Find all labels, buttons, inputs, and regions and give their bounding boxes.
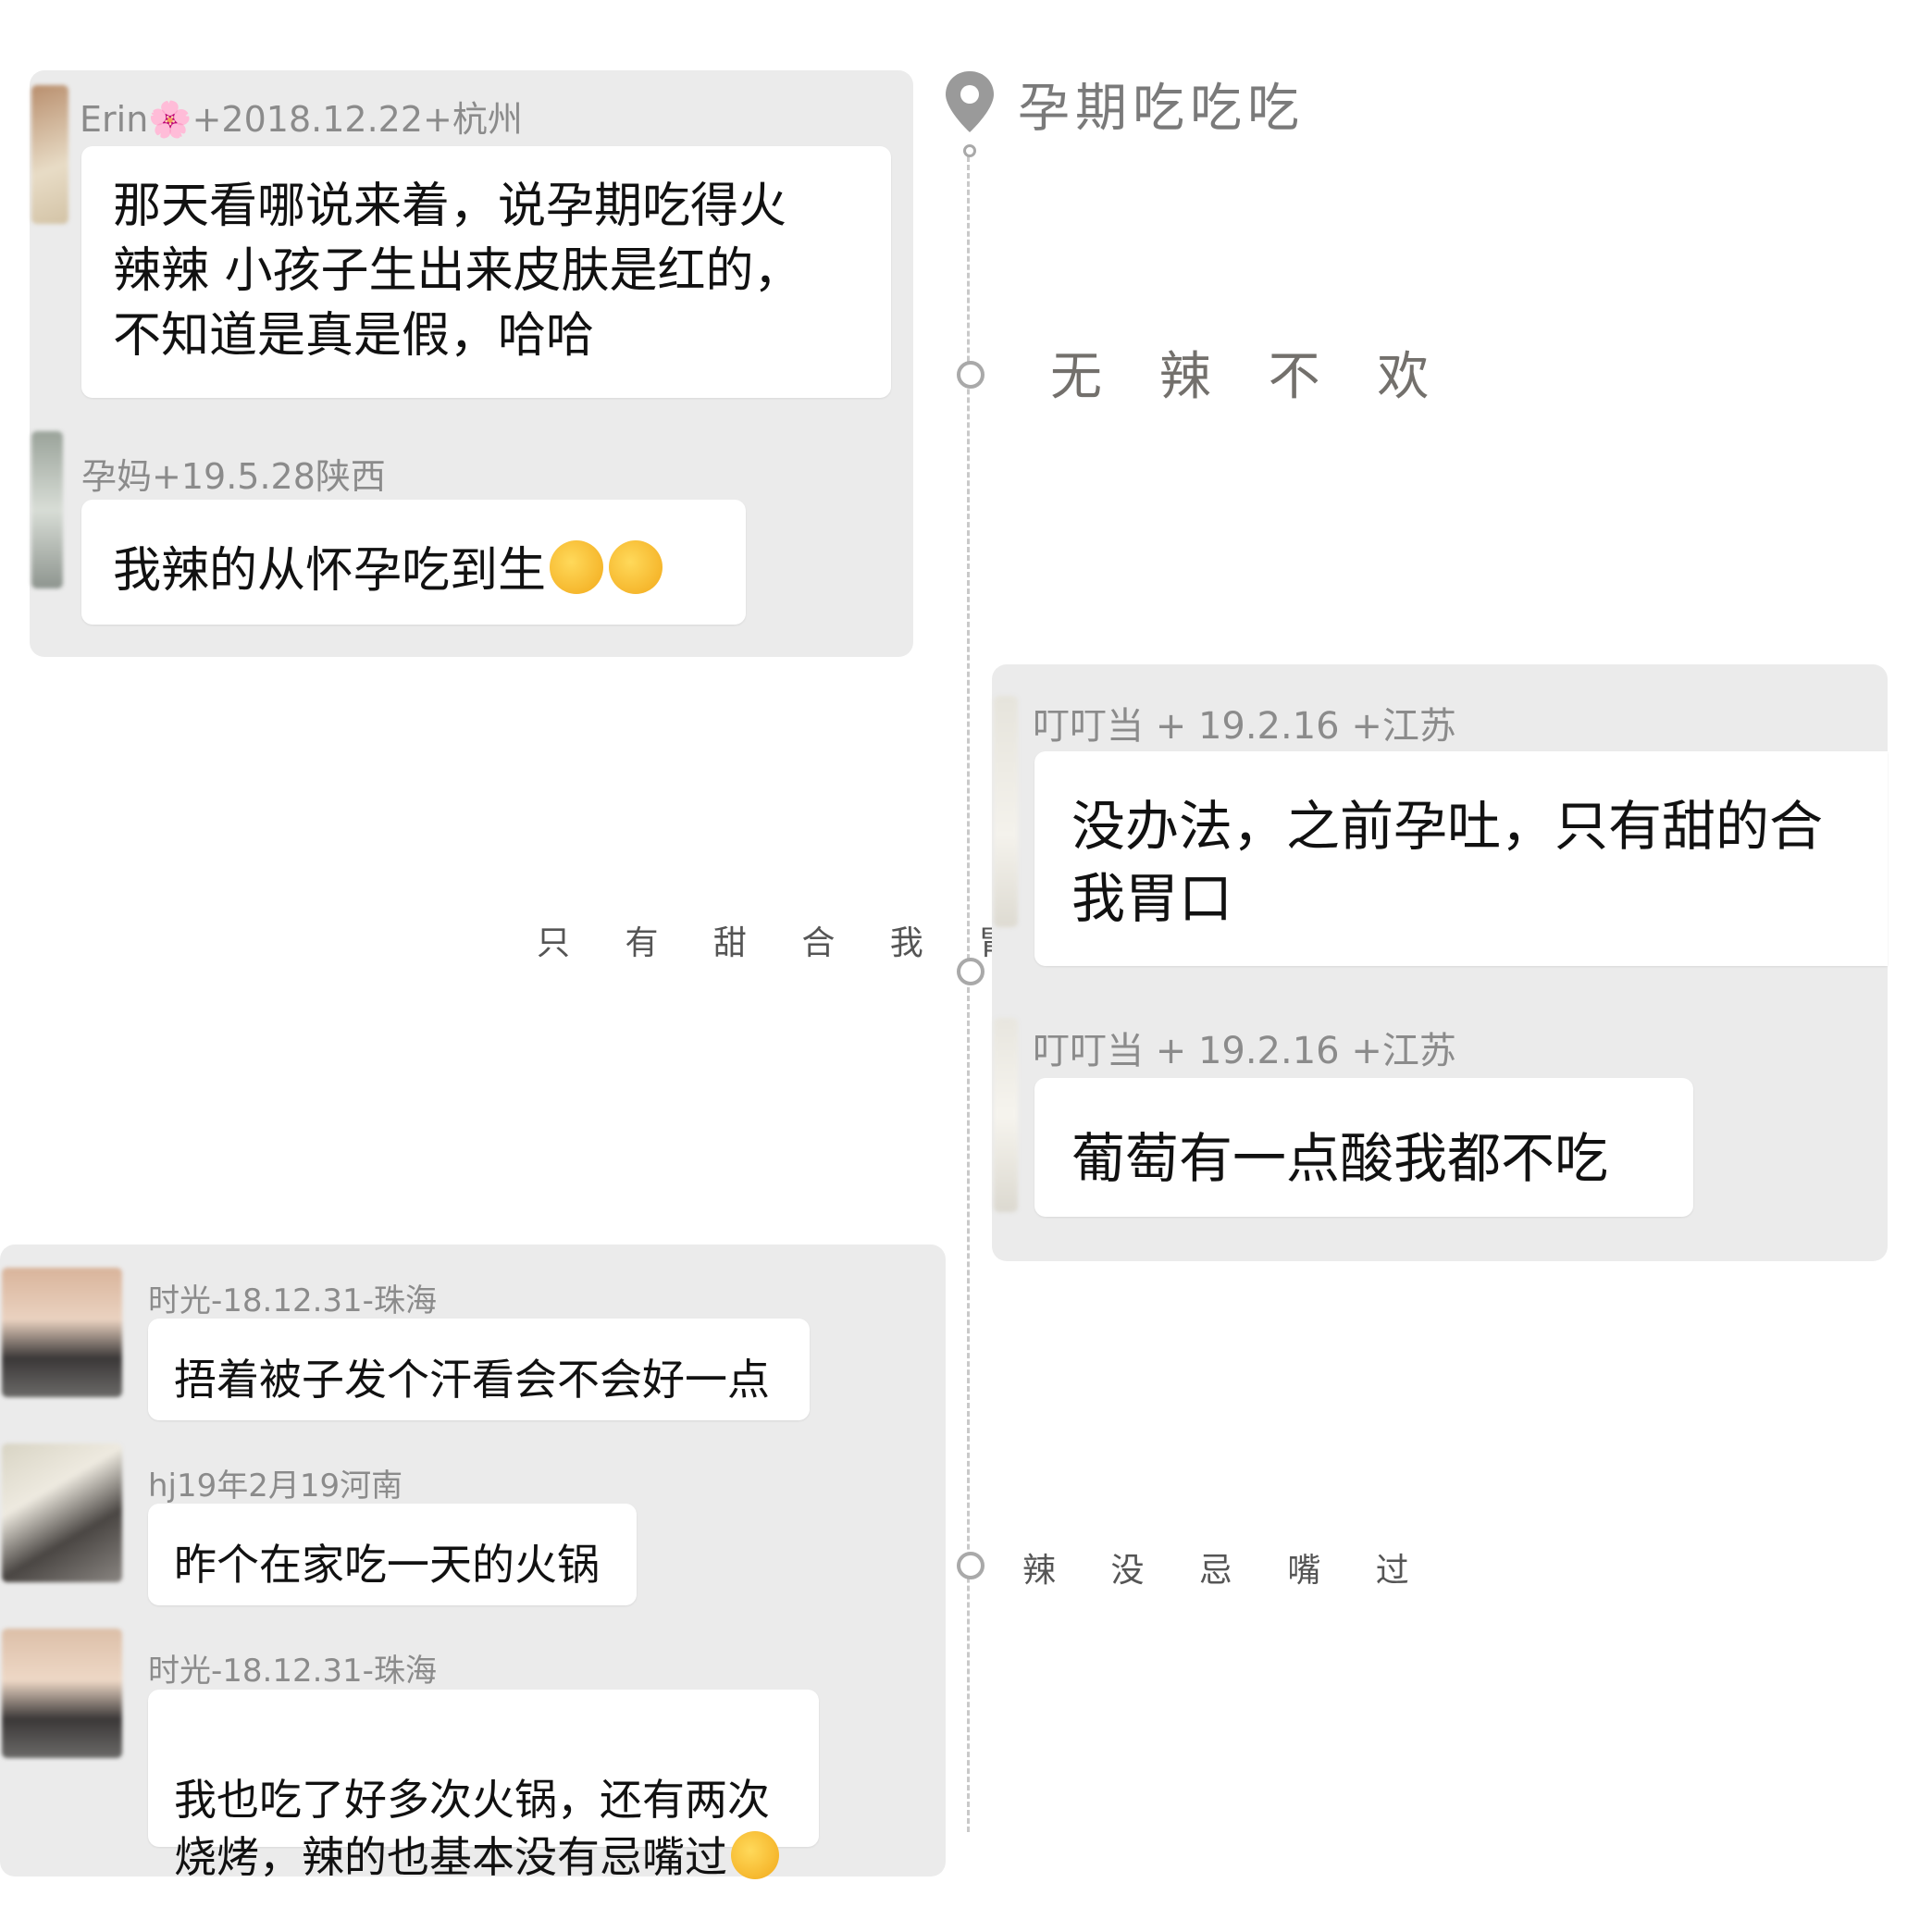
comment-bubble: 没办法，之前孕吐，只有甜的合 我胃口 xyxy=(1034,751,1888,966)
comment-text: 我辣的从怀孕吃到生 xyxy=(113,543,547,599)
timeline-dot xyxy=(957,1552,985,1579)
avatar xyxy=(2,1443,122,1582)
timeline-tag: 无 辣 不 欢 xyxy=(1050,347,1450,407)
comment-meta: 时光-18.12.31-珠海 xyxy=(148,1653,437,1690)
comment-bubble: 捂着被子发个汗看会不会好一点 xyxy=(148,1319,810,1420)
face-palm-laugh-emoji xyxy=(550,540,604,594)
avatar xyxy=(31,85,68,224)
comment-meta: 叮叮当 + 19.2.16 +江苏 xyxy=(1033,705,1456,748)
comment-text: 我也吃了好多次火锅，还有两次 烧烤，辣的也基本没有忌嘴过 xyxy=(174,1775,770,1882)
avatar xyxy=(2,1629,122,1758)
page-title: 孕期吃吃吃 xyxy=(1018,79,1305,139)
avatar xyxy=(994,696,1018,927)
avatar xyxy=(31,431,63,588)
comment-bubble: 我也吃了好多次火锅，还有两次 烧烤，辣的也基本没有忌嘴过 xyxy=(148,1690,819,1882)
avatar xyxy=(2,1268,122,1397)
timeline-dot xyxy=(963,144,976,157)
comment-bubble: 昨个在家吃一天的火锅 xyxy=(148,1504,637,1605)
timeline-dot xyxy=(957,361,985,389)
comment-meta: hj19年2月19河南 xyxy=(148,1468,403,1505)
comment-meta: 时光-18.12.31-珠海 xyxy=(148,1282,437,1319)
avatar xyxy=(994,1018,1018,1212)
timeline-tag: 辣 没 忌 嘴 过 xyxy=(1022,1552,1431,1590)
comment-text: 葡萄有一点酸我都不吃 xyxy=(1071,1127,1609,1190)
comment-bubble: 我辣的从怀孕吃到生 xyxy=(81,500,746,625)
timeline-line xyxy=(967,148,970,1832)
comment-text: 捂着被子发个汗看会不会好一点 xyxy=(174,1355,770,1405)
face-palm-laugh-emoji xyxy=(609,540,663,594)
comment-meta: 叮叮当 + 19.2.16 +江苏 xyxy=(1033,1030,1456,1072)
comment-text: 那天看哪说来着，说孕期吃得火 辣辣 小孩子生出来皮肤是红的， 不知道是真是假，哈… xyxy=(113,179,802,364)
comment-bubble: 那天看哪说来着，说孕期吃得火 辣辣 小孩子生出来皮肤是红的， 不知道是真是假，哈… xyxy=(81,146,891,398)
face-palm-laugh-emoji xyxy=(731,1831,779,1879)
comment-meta: Erin🌸+2018.12.22+杭州 xyxy=(80,99,523,140)
location-pin-icon xyxy=(946,71,994,132)
comment-meta: 孕妈+19.5.28陕西 xyxy=(81,456,386,497)
comment-bubble: 葡萄有一点酸我都不吃 xyxy=(1034,1078,1693,1217)
comment-text: 没办法，之前孕吐，只有甜的合 我胃口 xyxy=(1071,795,1824,930)
comment-text: 昨个在家吃一天的火锅 xyxy=(174,1540,600,1590)
